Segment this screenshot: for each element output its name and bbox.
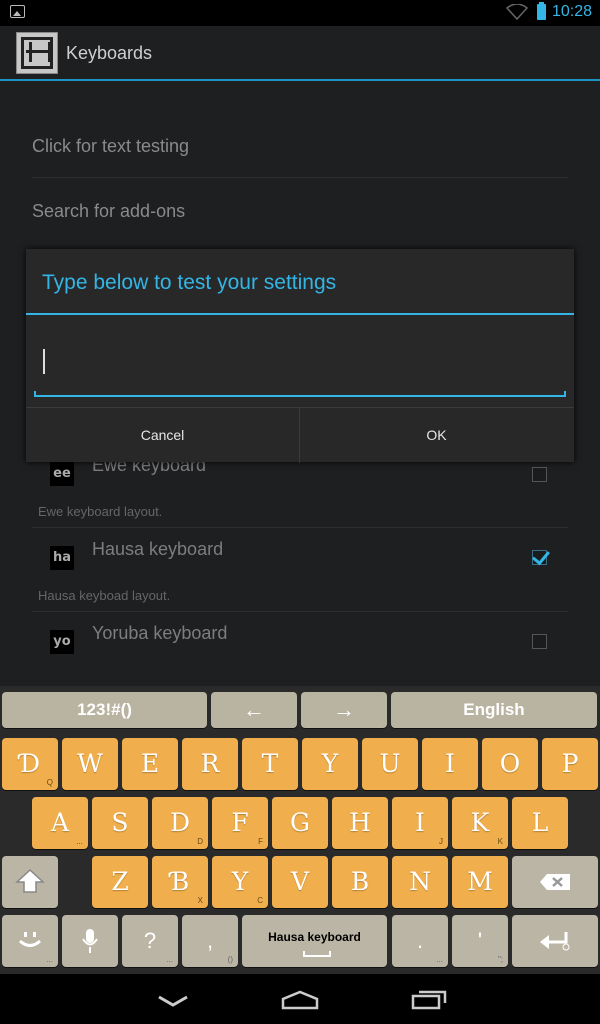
- key-z[interactable]: Z: [92, 856, 148, 908]
- key-k[interactable]: KK: [452, 797, 508, 849]
- key-v[interactable]: V: [272, 856, 328, 908]
- dialog-title: Type below to test your settings: [42, 271, 337, 294]
- keyboard-badge-ewe: ee: [50, 462, 74, 486]
- text-cursor: [43, 349, 45, 374]
- apostrophe-key[interactable]: ' ";: [452, 915, 508, 967]
- keyboard-badge-yoruba: yo: [50, 630, 74, 654]
- microphone-icon: [82, 929, 98, 953]
- recent-apps-icon[interactable]: [411, 988, 447, 1010]
- input-underline: [34, 391, 566, 397]
- language-key[interactable]: English: [391, 692, 597, 728]
- wifi-icon: [506, 4, 528, 20]
- app-logo-icon[interactable]: [16, 32, 58, 74]
- key-i[interactable]: I: [422, 738, 478, 790]
- key-d[interactable]: DD: [152, 797, 208, 849]
- key-r[interactable]: R: [182, 738, 238, 790]
- page-title: Keyboards: [66, 43, 153, 63]
- enter-icon: [540, 932, 570, 951]
- checkbox-ewe[interactable]: [532, 467, 547, 482]
- period-key[interactable]: ....: [392, 915, 448, 967]
- key-l[interactable]: L: [512, 797, 568, 849]
- voice-input-key[interactable]: [62, 915, 118, 967]
- settings-item-search-addons[interactable]: Search for add-ons: [32, 201, 568, 222]
- battery-icon: [537, 2, 546, 20]
- key-s[interactable]: S: [92, 797, 148, 849]
- key-b[interactable]: B: [332, 856, 388, 908]
- shift-icon: [15, 868, 45, 893]
- cursor-right-key[interactable]: →: [301, 692, 387, 728]
- key-y[interactable]: Y: [302, 738, 358, 790]
- comma-key[interactable]: ,(): [182, 915, 238, 967]
- key-i-j[interactable]: IJ: [392, 797, 448, 849]
- key-p[interactable]: P: [542, 738, 598, 790]
- key-n[interactable]: N: [392, 856, 448, 908]
- key-b-hook[interactable]: ƁX: [152, 856, 208, 908]
- symbols-key[interactable]: 123!#(): [2, 692, 207, 728]
- clock: 10:28: [552, 3, 593, 20]
- checkbox-yoruba[interactable]: [532, 634, 547, 649]
- cancel-button[interactable]: Cancel: [26, 408, 300, 463]
- cursor-left-key[interactable]: ←: [211, 692, 297, 728]
- divider: [32, 611, 568, 612]
- back-down-icon[interactable]: [157, 994, 189, 1008]
- space-key[interactable]: Hausa keyboard: [242, 915, 387, 967]
- checkbox-hausa[interactable]: [532, 546, 550, 566]
- keyboard-name-hausa[interactable]: Hausa keyboard: [92, 539, 223, 560]
- key-a[interactable]: A...: [32, 797, 88, 849]
- key-e[interactable]: E: [122, 738, 178, 790]
- soft-keyboard: 123!#() ← → English ƊQ W E R T Y U I O P…: [0, 686, 600, 974]
- home-icon[interactable]: [281, 990, 319, 1010]
- divider: [32, 177, 568, 178]
- shift-key[interactable]: [2, 856, 58, 908]
- backspace-icon: [540, 874, 570, 890]
- spacebar-icon: [302, 951, 331, 957]
- dialog-button-bar: Cancel OK: [26, 407, 574, 463]
- emoji-key[interactable]: ...: [2, 915, 58, 967]
- key-g[interactable]: G: [272, 797, 328, 849]
- navigation-bar: [0, 974, 600, 1024]
- key-t[interactable]: T: [242, 738, 298, 790]
- divider: [32, 527, 568, 528]
- image-notification-icon: [10, 5, 25, 18]
- key-f[interactable]: FF: [212, 797, 268, 849]
- dialog-title-divider: [26, 313, 574, 315]
- question-mark-key[interactable]: ?...: [122, 915, 178, 967]
- settings-item-text-testing[interactable]: Click for text testing: [32, 136, 568, 157]
- enter-key[interactable]: [512, 915, 598, 967]
- keyboard-name-yoruba[interactable]: Yoruba keyboard: [92, 623, 227, 644]
- keyboard-badge-hausa: ha: [50, 546, 74, 570]
- action-bar: Keyboards: [0, 26, 600, 81]
- key-y-hook[interactable]: YC: [212, 856, 268, 908]
- key-h[interactable]: H: [332, 797, 388, 849]
- backspace-key[interactable]: [512, 856, 598, 908]
- smiley-icon: [18, 932, 42, 947]
- key-m[interactable]: M: [452, 856, 508, 908]
- status-bar: 10:28: [0, 0, 600, 26]
- test-text-input[interactable]: [34, 327, 566, 397]
- ok-button[interactable]: OK: [300, 408, 573, 463]
- key-u[interactable]: U: [362, 738, 418, 790]
- key-w[interactable]: W: [62, 738, 118, 790]
- keyboard-desc-hausa: Hausa keyboad layout.: [38, 588, 171, 603]
- key-o[interactable]: O: [482, 738, 538, 790]
- keyboard-desc-ewe: Ewe keyboard layout.: [38, 504, 163, 519]
- key-d-hook[interactable]: ƊQ: [2, 738, 58, 790]
- checkmark-icon: [532, 546, 550, 566]
- test-settings-dialog: Type below to test your settings Cancel …: [26, 249, 574, 463]
